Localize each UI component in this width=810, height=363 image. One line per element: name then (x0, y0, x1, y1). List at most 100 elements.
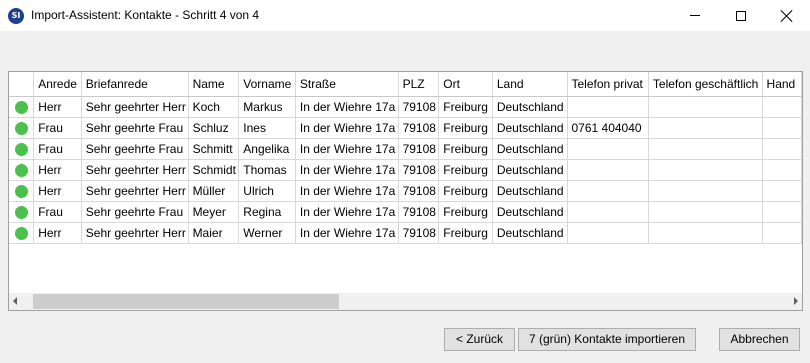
cell-handy[interactable] (762, 201, 802, 223)
cell-telefon-geschaeftlich[interactable] (648, 180, 763, 202)
cell-name[interactable]: Koch (188, 96, 240, 118)
column-header-name[interactable]: Name (188, 72, 240, 97)
cell-ort[interactable]: Freiburg (438, 180, 493, 202)
cell-ort[interactable]: Freiburg (438, 138, 493, 160)
cell-name[interactable]: Müller (188, 180, 240, 202)
cell-land[interactable]: Deutschland (492, 159, 568, 181)
cell-anrede[interactable]: Herr (33, 222, 82, 244)
column-header-ort[interactable]: Ort (438, 72, 493, 97)
cell-telefon-privat[interactable] (567, 96, 649, 118)
cell-telefon-privat[interactable] (567, 222, 649, 244)
table-row[interactable]: Frau Sehr geehrte Frau Schmitt Angelika In d… (9, 138, 802, 160)
column-header-anrede[interactable]: Anrede (33, 72, 82, 97)
table-row[interactable]: Herr Sehr geehrter Herr Müller Ulrich In der… (9, 180, 802, 202)
cell-ort[interactable]: Freiburg (438, 201, 493, 223)
cell-plz[interactable]: 79108 (398, 96, 440, 118)
cell-vorname[interactable]: Ines (238, 117, 296, 139)
table-row[interactable]: Frau Sehr geehrte Frau Schluz Ines In der Wi… (9, 117, 802, 139)
cell-name[interactable]: Schluz (188, 117, 240, 139)
column-header-status[interactable] (9, 72, 35, 97)
cell-name[interactable]: Schmidt (188, 159, 240, 181)
cell-vorname[interactable]: Ulrich (238, 180, 296, 202)
cell-name[interactable]: Schmitt (188, 138, 240, 160)
maximize-button[interactable] (718, 0, 764, 31)
column-header-vorname[interactable]: Vorname (238, 72, 296, 97)
column-header-plz[interactable]: PLZ (398, 72, 440, 97)
scrollbar-thumb[interactable] (33, 294, 339, 309)
cell-briefanrede[interactable]: Sehr geehrter Herr (81, 222, 189, 244)
cell-vorname[interactable]: Werner (238, 222, 296, 244)
table-row[interactable]: Frau Sehr geehrte Frau Meyer Regina In der W… (9, 201, 802, 223)
cell-ort[interactable]: Freiburg (438, 222, 493, 244)
cell-land[interactable]: Deutschland (492, 117, 568, 139)
column-header-telefon-geschaeftlich[interactable]: Telefon geschäftlich (648, 72, 763, 97)
cell-telefon-privat[interactable] (567, 180, 649, 202)
cell-land[interactable]: Deutschland (492, 222, 568, 244)
cell-vorname[interactable]: Thomas (238, 159, 296, 181)
cell-vorname[interactable]: Angelika (238, 138, 296, 160)
cell-telefon-privat[interactable] (567, 201, 649, 223)
cell-strasse[interactable]: In der Wiehre 17a (295, 201, 399, 223)
cell-anrede[interactable]: Herr (33, 96, 82, 118)
cell-plz[interactable]: 79108 (398, 222, 440, 244)
cell-plz[interactable]: 79108 (398, 201, 440, 223)
cell-land[interactable]: Deutschland (492, 138, 568, 160)
cell-handy[interactable] (762, 117, 802, 139)
scroll-right-icon[interactable] (794, 297, 798, 305)
cell-handy[interactable] (762, 180, 802, 202)
column-header-telefon-privat[interactable]: Telefon privat (567, 72, 649, 97)
cell-briefanrede[interactable]: Sehr geehrter Herr (81, 180, 189, 202)
scroll-left-icon[interactable] (13, 297, 17, 305)
cell-telefon-geschaeftlich[interactable] (648, 96, 763, 118)
column-header-handy[interactable]: Hand (762, 72, 802, 97)
cell-telefon-geschaeftlich[interactable] (648, 159, 763, 181)
cell-plz[interactable]: 79108 (398, 159, 440, 181)
contacts-grid[interactable]: Anrede Briefanrede Name Vorname Straße P… (8, 71, 803, 311)
cell-strasse[interactable]: In der Wiehre 17a (295, 159, 399, 181)
column-header-briefanrede[interactable]: Briefanrede (81, 72, 189, 97)
cell-name[interactable]: Maier (188, 222, 240, 244)
cell-telefon-geschaeftlich[interactable] (648, 117, 763, 139)
cell-anrede[interactable]: Herr (33, 180, 82, 202)
cell-telefon-privat[interactable] (567, 159, 649, 181)
cell-handy[interactable] (762, 138, 802, 160)
horizontal-scrollbar[interactable] (9, 293, 802, 310)
cell-briefanrede[interactable]: Sehr geehrter Herr (81, 159, 189, 181)
close-button[interactable] (764, 0, 810, 31)
cell-strasse[interactable]: In der Wiehre 17a (295, 180, 399, 202)
cell-briefanrede[interactable]: Sehr geehrte Frau (81, 117, 189, 139)
cell-handy[interactable] (762, 222, 802, 244)
cell-strasse[interactable]: In der Wiehre 17a (295, 96, 399, 118)
cell-anrede[interactable]: Frau (33, 138, 82, 160)
cell-strasse[interactable]: In der Wiehre 17a (295, 138, 399, 160)
cell-ort[interactable]: Freiburg (438, 96, 493, 118)
back-button[interactable]: < Zurück (444, 328, 515, 351)
cell-land[interactable]: Deutschland (492, 96, 568, 118)
cell-briefanrede[interactable]: Sehr geehrte Frau (81, 201, 189, 223)
cell-plz[interactable]: 79108 (398, 180, 440, 202)
cell-briefanrede[interactable]: Sehr geehrter Herr (81, 96, 189, 118)
import-contacts-button[interactable]: 7 (grün) Kontakte importieren (518, 328, 696, 351)
cell-anrede[interactable]: Frau (33, 117, 82, 139)
cell-vorname[interactable]: Markus (238, 96, 296, 118)
column-header-land[interactable]: Land (492, 72, 568, 97)
cell-ort[interactable]: Freiburg (438, 117, 493, 139)
table-row[interactable]: Herr Sehr geehrter Herr Schmidt Thomas In de… (9, 159, 802, 181)
table-row[interactable]: Herr Sehr geehrter Herr Maier Werner In der … (9, 222, 802, 244)
cell-telefon-privat[interactable] (567, 138, 649, 160)
cell-ort[interactable]: Freiburg (438, 159, 493, 181)
cell-briefanrede[interactable]: Sehr geehrte Frau (81, 138, 189, 160)
cell-land[interactable]: Deutschland (492, 201, 568, 223)
cell-telefon-geschaeftlich[interactable] (648, 201, 763, 223)
table-row[interactable]: Herr Sehr geehrter Herr Koch Markus In der W… (9, 96, 802, 118)
minimize-button[interactable] (672, 0, 718, 31)
cell-handy[interactable] (762, 159, 802, 181)
cell-name[interactable]: Meyer (188, 201, 240, 223)
cell-handy[interactable] (762, 96, 802, 118)
cell-telefon-geschaeftlich[interactable] (648, 138, 763, 160)
cell-anrede[interactable]: Frau (33, 201, 82, 223)
cell-plz[interactable]: 79108 (398, 117, 440, 139)
cancel-button[interactable]: Abbrechen (719, 328, 800, 351)
cell-plz[interactable]: 79108 (398, 138, 440, 160)
cell-land[interactable]: Deutschland (492, 180, 568, 202)
